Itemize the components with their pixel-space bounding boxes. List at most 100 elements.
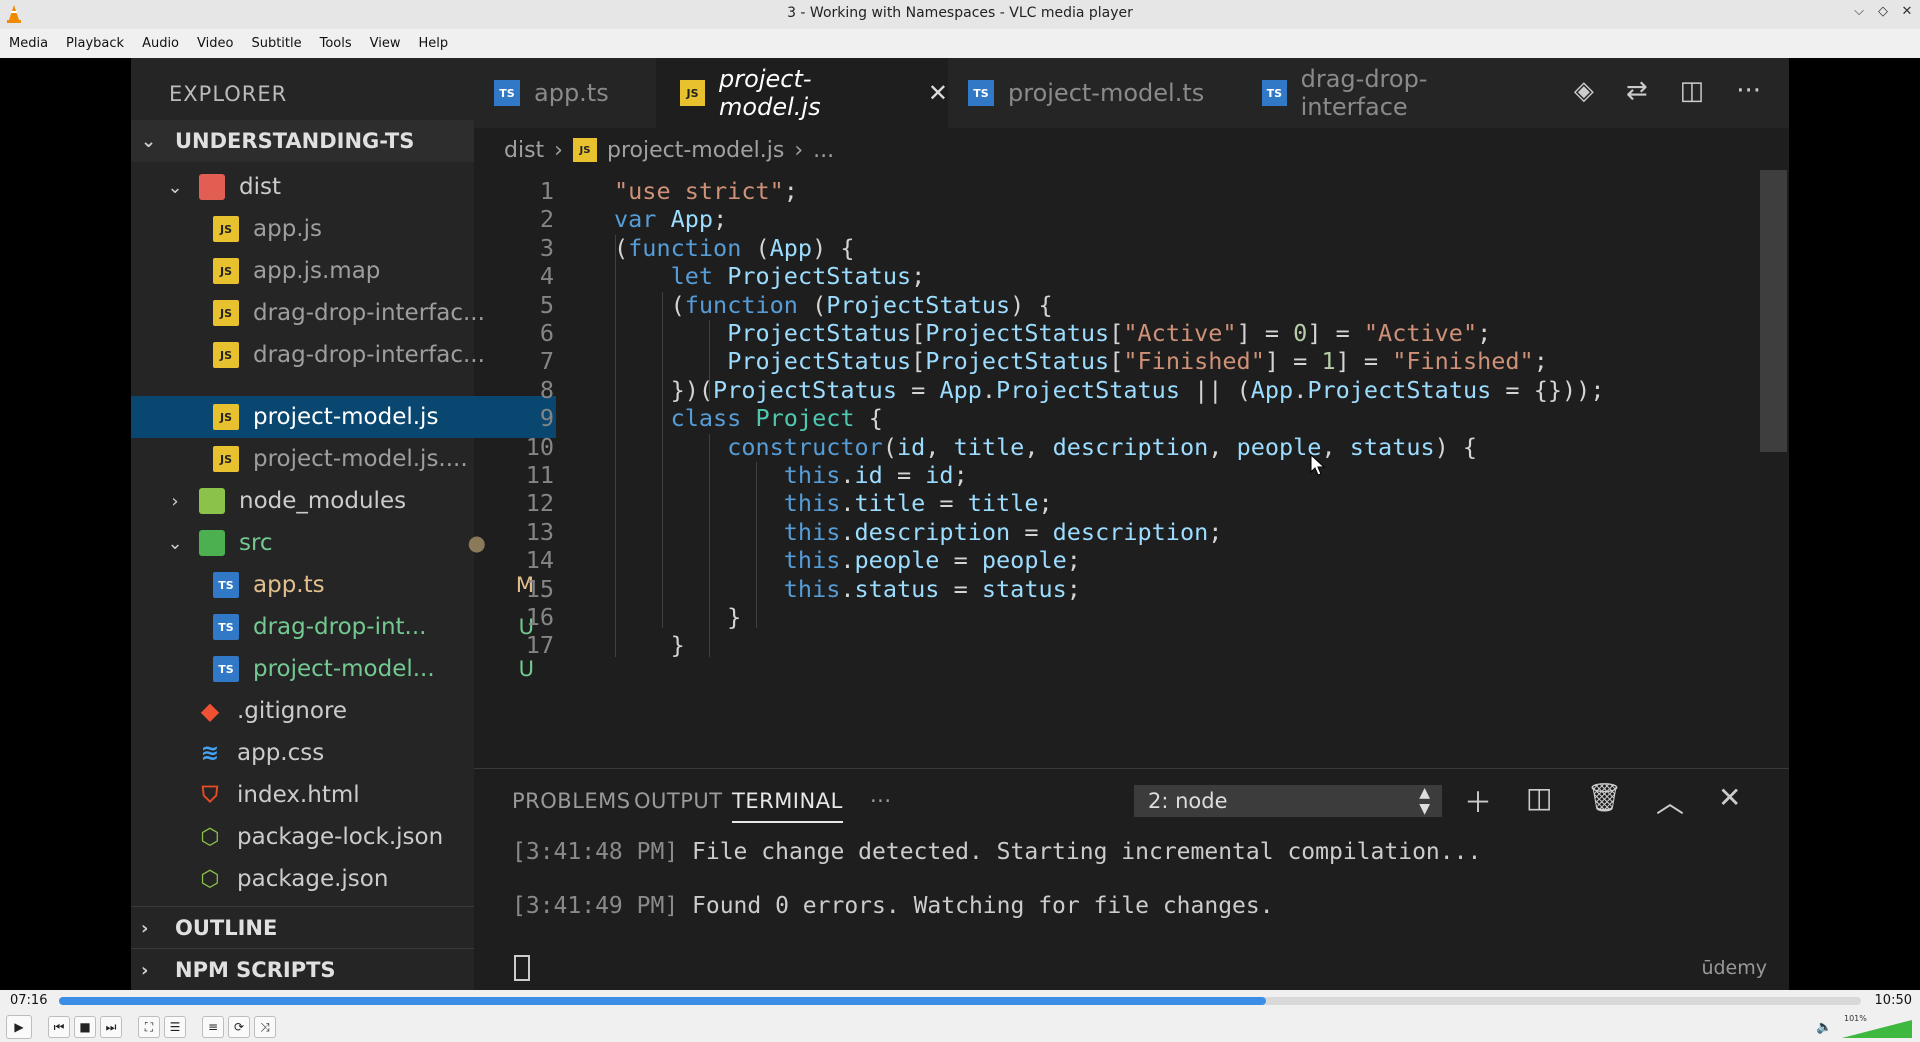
folder-icon — [199, 488, 225, 514]
tree-label: .gitignore — [237, 698, 348, 724]
tree-label: app.js — [253, 216, 322, 242]
chevron-down-icon: ⌄ — [141, 130, 157, 152]
seek-row: 07:16 10:50 — [0, 990, 1920, 1012]
seek-slider[interactable] — [59, 997, 1861, 1005]
chevron-right-icon: › — [554, 137, 563, 163]
menu-playback[interactable]: Playback — [57, 36, 133, 51]
next-button[interactable]: ⏭ — [100, 1016, 122, 1038]
ts-file-icon: TS — [213, 614, 239, 640]
menu-view[interactable]: View — [361, 36, 410, 51]
editor-scrollbar — [1760, 170, 1787, 452]
tree-label: app.css — [237, 740, 325, 766]
stop-button[interactable]: ■ — [74, 1016, 96, 1038]
folder-icon — [199, 174, 225, 200]
tree-label: app.js.map — [253, 258, 381, 284]
menu-subtitle[interactable]: Subtitle — [242, 36, 310, 51]
nodejs-icon: ⬡ — [200, 866, 220, 892]
line-number: 17 — [525, 631, 554, 660]
split-terminal-icon: ◫ — [1526, 781, 1553, 814]
player-controls: ▶ ⏮ ■ ⏭ ⛶ ☰ ≡ ⟳ ⤨ 🔈 101% — [0, 1012, 1920, 1042]
tree-label: drag-drop-interfac... — [253, 342, 485, 368]
breadcrumb: dist › JS project-model.js › ... — [504, 130, 834, 170]
ts-file-icon: TS — [494, 80, 520, 106]
menu-tools[interactable]: Tools — [311, 36, 361, 51]
terminal-select-value: 2: node — [1148, 789, 1228, 813]
close-panel-icon: ✕ — [1718, 781, 1742, 814]
playlist-button[interactable]: ≡ — [202, 1016, 224, 1038]
tree-folder-node-modules: › node_modules — [131, 480, 508, 522]
indent-guide — [756, 462, 757, 629]
indent-guide — [662, 291, 663, 629]
tab-label: drag-drop-interface — [1300, 65, 1428, 121]
tab-label: project-model.ts — [1008, 79, 1205, 107]
ts-file-icon: TS — [213, 572, 239, 598]
nodejs-icon: ⬡ — [200, 824, 220, 850]
more-actions-icon: ··· — [1736, 76, 1761, 106]
tab-project-model-ts: TS project-model.ts — [968, 58, 1228, 128]
chevron-right-icon: › — [171, 490, 179, 512]
tree-folder-src: ⌄ src ● — [131, 522, 508, 564]
panel-tab-problems: PROBLEMS — [512, 789, 631, 813]
speaker-icon[interactable]: 🔈 — [1816, 1020, 1832, 1035]
ts-file-icon: TS — [1262, 80, 1287, 106]
tree-label: project-model.js — [253, 404, 439, 430]
css-file-icon: ≋ — [200, 740, 220, 766]
js-file-icon: JS — [680, 80, 706, 106]
tree-label: project-model... — [253, 656, 435, 682]
extended-settings-button[interactable]: ☰ — [164, 1016, 186, 1038]
tree-label: dist — [239, 174, 281, 200]
previous-button[interactable]: ⏮ — [48, 1016, 70, 1038]
terminal-line: [3:41:49 PM] Found 0 errors. Watching fo… — [512, 893, 1274, 919]
git-diff-icon: ◈ — [1573, 76, 1594, 106]
breadcrumb-file: project-model.js — [606, 137, 785, 163]
npm-scripts-label: NPM SCRIPTS — [175, 958, 336, 982]
terminal-select: 2: node ▲ ▼ — [1134, 785, 1442, 817]
close-icon[interactable]: ✕ — [1900, 4, 1914, 19]
total-time: 10:50 — [1874, 993, 1912, 1008]
tab-app-ts: TS app.ts — [494, 58, 654, 128]
video-frame-editor: EXPLORER ⌄ UNDERSTANDING-TS ⌄ dist JS ap… — [131, 58, 1789, 990]
js-file-icon: JS — [213, 300, 239, 326]
loop-button[interactable]: ⟳ — [228, 1016, 250, 1038]
menu-media[interactable]: Media — [0, 36, 57, 51]
terminal-cursor — [514, 955, 530, 981]
minimize-icon[interactable]: ⌵ — [1852, 4, 1866, 19]
fullscreen-button[interactable]: ⛶ — [138, 1016, 160, 1038]
plus-icon: ＋ — [1464, 786, 1493, 819]
code-text: } — [614, 631, 685, 660]
volume-slider[interactable] — [1842, 1020, 1912, 1038]
indent-guide — [615, 234, 616, 657]
breadcrumb-symbol: ... — [813, 137, 835, 163]
chevron-down-icon: ⌄ — [167, 532, 183, 554]
tab-label: app.ts — [534, 79, 609, 107]
maximize-icon[interactable]: ◇ — [1876, 4, 1890, 19]
menu-audio[interactable]: Audio — [133, 36, 188, 51]
explorer-title: EXPLORER — [169, 82, 288, 106]
project-header: ⌄ UNDERSTANDING-TS — [131, 120, 474, 162]
select-arrows-icon: ▲ ▼ — [1419, 785, 1430, 817]
ts-file-icon: TS — [213, 656, 239, 682]
js-file-icon: JS — [213, 216, 239, 242]
menu-bar: Media Playback Audio Video Subtitle Tool… — [0, 29, 1920, 58]
tree-label: index.html — [237, 782, 360, 808]
outline-header: › OUTLINE — [131, 906, 474, 949]
project-name: UNDERSTANDING-TS — [175, 129, 415, 153]
js-file-icon: JS — [213, 342, 239, 368]
tree-label: package.json — [237, 866, 389, 892]
tree-label: project-model.js.... — [253, 446, 468, 472]
terminal-timestamp: [3:41:48 PM] — [512, 839, 679, 865]
terminal-text: Found 0 errors. Watching for file change… — [678, 893, 1274, 919]
shuffle-button[interactable]: ⤨ — [254, 1016, 276, 1038]
menu-help[interactable]: Help — [410, 36, 458, 51]
play-button[interactable]: ▶ — [6, 1015, 32, 1039]
menu-video[interactable]: Video — [188, 36, 242, 51]
compare-changes-icon: ⇄ — [1625, 76, 1648, 106]
chevron-right-icon: › — [141, 959, 149, 981]
js-file-icon: JS — [213, 404, 239, 430]
tree-folder-dist: ⌄ dist — [131, 166, 508, 208]
tree-label: node_modules — [239, 488, 407, 514]
panel-more-icon: ··· — [870, 789, 892, 813]
elapsed-time: 07:16 — [10, 993, 48, 1008]
terminal-timestamp: [3:41:49 PM] — [512, 893, 679, 919]
tree-label: src — [239, 530, 273, 556]
